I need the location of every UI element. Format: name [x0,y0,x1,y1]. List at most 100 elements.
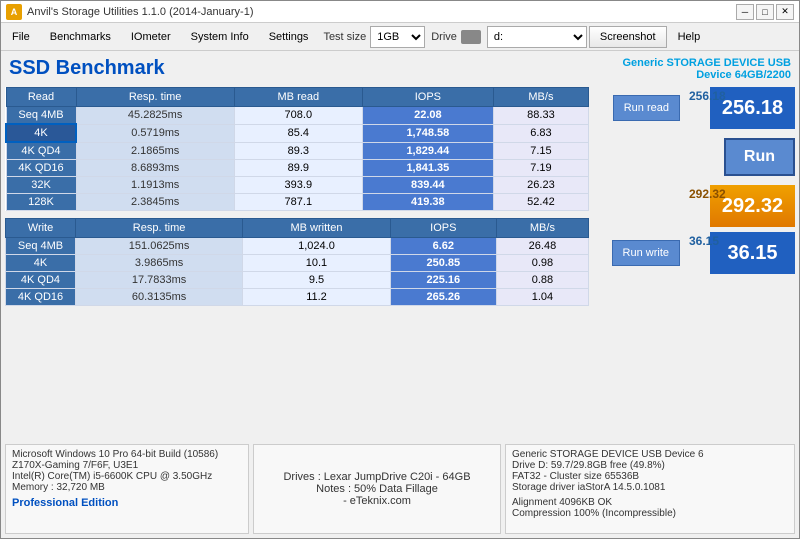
wrow-4k-iops: 250.85 [390,255,496,272]
wrow-seq4mb-mb: 1,024.0 [243,238,391,255]
device-line2: Device 64GB/2200 [622,69,791,81]
row-4k-iops: 1,748.58 [362,124,493,142]
row-4k-label: 4K [6,124,76,142]
iops-read-col-header: IOPS [362,88,493,107]
run-read-button[interactable]: Run read [613,95,680,121]
table-row: Seq 4MB 151.0625ms 1,024.0 6.62 26.48 [6,238,589,255]
maximize-button[interactable]: □ [756,4,774,20]
row-4kqd4-mb: 89.3 [234,142,362,160]
row-32k-label: 32K [6,177,76,194]
table-row: 4K QD16 8.6893ms 89.9 1,841.35 7.19 [6,160,589,177]
total-score-display: 292.32 292.32 [685,185,795,227]
row-4kqd4-mbs: 7.15 [493,142,588,160]
device-info: Generic STORAGE DEVICE USB Device 64GB/2… [622,57,791,81]
drive-icon [461,30,481,44]
write-score-group: Run write 36.15 36.15 [612,232,795,274]
row-4kqd16-iops: 1,841.35 [362,160,493,177]
row-4kqd4-resp: 2.1865ms [76,142,234,160]
table-row: 4K QD4 2.1865ms 89.3 1,829.44 7.15 [6,142,589,160]
table-row: 128K 2.3845ms 787.1 419.38 52.42 [6,194,589,211]
table-row: 32K 1.1913ms 393.9 839.44 26.23 [6,177,589,194]
wrow-4k-mbs: 0.98 [496,255,588,272]
row-32k-mbs: 26.23 [493,177,588,194]
bench-table-section: Read Resp. time MB read IOPS MB/s Seq 4M… [5,87,589,440]
content-layout: Read Resp. time MB read IOPS MB/s Seq 4M… [5,87,795,440]
screenshot-button[interactable]: Screenshot [589,26,667,48]
window-controls: ─ □ ✕ [736,4,794,20]
device-line1: Generic STORAGE DEVICE USB [622,57,791,69]
title-bar-left: A Anvil's Storage Utilities 1.1.0 (2014-… [6,4,253,20]
read-col-header: Read [6,88,76,107]
write-table: Write Resp. time MB written IOPS MB/s Se… [5,218,589,306]
wrow-seq4mb-label: Seq 4MB [6,238,76,255]
resp-time-write-col-header: Resp. time [76,219,243,238]
main-content: SSD Benchmark Generic STORAGE DEVICE USB… [1,51,799,538]
storage-line3: FAT32 - Cluster size 65536B [512,471,788,482]
total-score-small: 292.32 [689,187,726,201]
wrow-4k-label: 4K [6,255,76,272]
read-score-small: 256.18 [689,89,726,103]
wrow-4kqd4-label: 4K QD4 [6,272,76,289]
drive-select[interactable]: d: c: [487,26,587,48]
row-seq4mb-mb: 708.0 [234,107,362,125]
row-128k-iops: 419.38 [362,194,493,211]
row-32k-iops: 839.44 [362,177,493,194]
storage-line1: Generic STORAGE DEVICE USB Device 6 [512,449,788,460]
row-32k-resp: 1.1913ms [76,177,234,194]
bottom-section: Microsoft Windows 10 Pro 64-bit Build (1… [5,444,795,534]
storage-line5: Alignment 4096KB OK [512,497,788,508]
row-128k-resp: 2.3845ms [76,194,234,211]
wrow-seq4mb-mbs: 26.48 [496,238,588,255]
mb-read-col-header: MB read [234,88,362,107]
storage-line6: Compression 100% (Incompressible) [512,508,788,519]
menu-settings[interactable]: Settings [260,27,318,47]
test-size-select[interactable]: 1GB 4GB 8GB [370,26,425,48]
drive-label: Drive [431,31,457,43]
wrow-4k-resp: 3.9865ms [76,255,243,272]
row-4kqd16-mb: 89.9 [234,160,362,177]
table-row: 4K QD4 17.7833ms 9.5 225.16 0.88 [6,272,589,289]
resp-time-col-header: Resp. time [76,88,234,107]
wrow-4kqd16-iops: 265.26 [390,289,496,306]
test-size-group: Test size 1GB 4GB 8GB [323,26,425,48]
menu-file[interactable]: File [3,27,39,47]
run-write-button[interactable]: Run write [612,240,680,266]
drives-info-box: Drives : Lexar JumpDrive C20i - 64GB Not… [253,444,501,534]
window-title: Anvil's Storage Utilities 1.1.0 (2014-Ja… [27,6,253,18]
close-button[interactable]: ✕ [776,4,794,20]
menu-system-info[interactable]: System Info [182,27,258,47]
wrow-seq4mb-resp: 151.0625ms [76,238,243,255]
wrow-4kqd16-label: 4K QD16 [6,289,76,306]
wrow-4k-mb: 10.1 [243,255,391,272]
row-4kqd16-label: 4K QD16 [6,160,76,177]
row-4kqd16-resp: 8.6893ms [76,160,234,177]
storage-line4: Storage driver iaStorA 14.5.0.1081 [512,482,788,493]
wrow-4kqd4-iops: 225.16 [390,272,496,289]
wrow-4kqd16-mb: 11.2 [243,289,391,306]
drives-sub: - eTeknix.com [262,495,492,507]
write-score-value: 36.15 [710,232,795,274]
row-4k-mbs: 6.83 [493,124,588,142]
menu-help[interactable]: Help [669,27,710,47]
wrow-4kqd4-mbs: 0.88 [496,272,588,289]
menu-bar: File Benchmarks IOmeter System Info Sett… [1,23,799,51]
row-128k-mb: 787.1 [234,194,362,211]
row-seq4mb-label: Seq 4MB [6,107,76,125]
storage-info-box: Generic STORAGE DEVICE USB Device 6 Driv… [505,444,795,534]
menu-iometer[interactable]: IOmeter [122,27,180,47]
drive-group: Drive d: c: [431,26,587,48]
system-info-box: Microsoft Windows 10 Pro 64-bit Build (1… [5,444,249,534]
minimize-button[interactable]: ─ [736,4,754,20]
right-panel: Run read 256.18 256.18 Run 292.32 292.32 [595,87,795,440]
ssd-header: SSD Benchmark Generic STORAGE DEVICE USB… [5,55,795,83]
mbs-read-col-header: MB/s [493,88,588,107]
storage-line2: Drive D: 59.7/29.8GB free (49.8%) [512,460,788,471]
run-button[interactable]: Run [724,138,795,176]
table-row: 4K 3.9865ms 10.1 250.85 0.98 [6,255,589,272]
table-row: 4K QD16 60.3135ms 11.2 265.26 1.04 [6,289,589,306]
sys-info-line1: Microsoft Windows 10 Pro 64-bit Build (1… [12,449,242,460]
total-score-group: 292.32 292.32 [685,185,795,227]
wrow-4kqd4-mb: 9.5 [243,272,391,289]
menu-benchmarks[interactable]: Benchmarks [41,27,120,47]
row-seq4mb-resp: 45.2825ms [76,107,234,125]
